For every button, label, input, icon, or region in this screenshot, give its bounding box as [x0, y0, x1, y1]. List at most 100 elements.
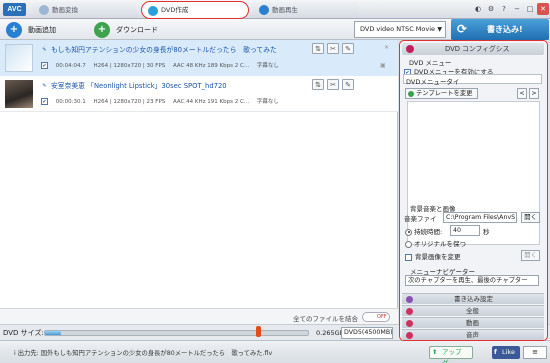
- minimize-button[interactable]: −: [511, 3, 523, 15]
- status-bar: i 出力先: 国外もしも知円アテンションの少女の身長が80メートルだったら 歌っ…: [0, 340, 550, 363]
- video-codec: H264 | 1280x720 | 30 FPS: [93, 63, 166, 69]
- open-music-button[interactable]: 開く: [521, 212, 540, 223]
- section-audio[interactable]: 音声: [402, 329, 544, 340]
- video-codec: H264 | 1280x720 | 23 FPS: [93, 99, 166, 105]
- menu-title-field[interactable]: DVDメニュータイ: [403, 74, 542, 86]
- expand-icon: [406, 296, 413, 303]
- dvd-format-value: DVD video NTSC Movie: [360, 25, 436, 33]
- section-burn-settings[interactable]: 書き込み設定: [402, 293, 544, 304]
- merge-row: 全てのファイルを結合 OFF: [0, 308, 398, 324]
- burn-button[interactable]: ⟳ 書き込み!: [451, 19, 549, 40]
- next-template-button[interactable]: >: [529, 88, 539, 99]
- duration: 00:04:04.7: [55, 63, 86, 69]
- more-menu-button[interactable]: ≡: [523, 346, 547, 359]
- edit-icon: ✎: [42, 82, 47, 89]
- file-info: ✔ 00:04:04.7 H264 | 1280x720 | 30 FPS AA…: [41, 61, 285, 69]
- list-item[interactable]: ✎ 安室奈美恵 「Neonlight Lipstick」30sec SPOT_hd…: [0, 76, 398, 112]
- add-video-button[interactable]: + 動画追加: [4, 22, 74, 38]
- menu-preview: [407, 101, 540, 245]
- tab-label: DVD作成: [161, 6, 189, 14]
- file-checkbox[interactable]: ✔: [41, 62, 48, 69]
- file-title[interactable]: ✎ もしも知円アテンションの少女の身長が80メートルだったら 歌ってみた: [41, 44, 276, 54]
- play-icon: [259, 5, 269, 15]
- close-icon[interactable]: ✕: [384, 44, 389, 51]
- video-thumbnail: [5, 80, 33, 108]
- facebook-icon: f: [494, 348, 497, 356]
- edit-icon: ✎: [42, 46, 47, 53]
- bg-music-path-field[interactable]: C:\Program Files\AnvS: [443, 212, 517, 223]
- convert-icon[interactable]: ⇅: [312, 79, 324, 90]
- download-icon: +: [94, 22, 110, 38]
- expand-icon: [406, 308, 413, 315]
- expand-icon: [406, 332, 413, 339]
- menu-navigator-select[interactable]: 次のチャプターを再生、最後のチャプター: [405, 275, 539, 286]
- expand-icon: [406, 320, 413, 327]
- tab-dvd-create[interactable]: DVD作成: [141, 1, 249, 19]
- disc-type-select[interactable]: DVD5(4500MB) ▼: [341, 327, 393, 346]
- upgrade-button[interactable]: ⬆ アップグ...: [429, 346, 473, 363]
- help-icon[interactable]: ?: [498, 3, 510, 15]
- facebook-like-button[interactable]: f Like: [492, 346, 520, 359]
- tab-label: 動画変換: [52, 6, 78, 14]
- duration-option[interactable]: 持続時間:: [405, 226, 442, 236]
- keep-original-radio[interactable]: [405, 240, 412, 248]
- keep-original-option[interactable]: オリジナルを保つ: [405, 238, 466, 248]
- change-bg-image-option[interactable]: 背景画像を変更: [405, 251, 461, 261]
- tab-label: 動画再生: [272, 6, 298, 14]
- section-video[interactable]: 動画: [402, 317, 544, 328]
- file-title[interactable]: ✎ 安室奈美恵 「Neonlight Lipstick」30sec SPOT_hd…: [41, 80, 226, 90]
- app-logo: AVC: [3, 3, 26, 16]
- dvd-size-bar: [44, 330, 309, 336]
- audio-info: AAC 48 KHz 189 Kbps 2 C...: [173, 63, 250, 69]
- dvd-size-fill: [45, 331, 61, 335]
- effect-icon[interactable]: ✎: [342, 79, 354, 90]
- bg-music-label: 音楽ファイ: [404, 215, 437, 223]
- file-info: ✔ 00:00:30.1 H264 | 1280x720 | 23 FPS AA…: [41, 97, 285, 105]
- tab-video-play[interactable]: 動画再生: [253, 2, 359, 18]
- merge-label: 全てのファイルを結合: [293, 315, 358, 323]
- change-template-button[interactable]: テンプレートを変更: [405, 88, 478, 99]
- title-bar: AVC 動画変換 DVD作成 動画再生 ◐ ⚙ ? − □ ✕: [0, 0, 550, 19]
- duration-radio[interactable]: [405, 228, 412, 236]
- effect-icon[interactable]: ✎: [342, 43, 354, 54]
- dvd-icon: [148, 6, 158, 16]
- maximize-button[interactable]: □: [524, 3, 536, 15]
- duration-unit: 秒: [483, 228, 490, 236]
- video-thumbnail: [5, 44, 33, 72]
- file-list: ✎ もしも知円アテンションの少女の身長が80メートルだったら 歌ってみた ✔ 00…: [0, 40, 398, 308]
- panel-header[interactable]: DVD コンフィグシス: [402, 43, 544, 55]
- skin-icon[interactable]: ◐: [472, 3, 484, 15]
- status-text: i 出力先: 国外もしも知円アテンションの少女の身長が80メートルだったら 歌っ…: [14, 350, 273, 357]
- subtitle-info: 字幕なし: [256, 99, 279, 105]
- close-button[interactable]: ✕: [537, 3, 549, 15]
- cut-icon[interactable]: ✂: [327, 79, 339, 90]
- previous-template-button[interactable]: <: [517, 88, 527, 99]
- info-icon[interactable]: ▣: [380, 62, 386, 69]
- duration-field[interactable]: 40: [450, 225, 480, 236]
- cut-icon[interactable]: ✂: [327, 43, 339, 54]
- download-button[interactable]: + ダウンロード: [92, 22, 170, 38]
- template-icon: [408, 90, 414, 97]
- file-checkbox[interactable]: ✔: [41, 98, 48, 105]
- download-label: ダウンロード: [116, 26, 158, 34]
- collapse-icon: [406, 45, 414, 53]
- settings-icon[interactable]: ⚙: [485, 3, 497, 15]
- add-video-label: 動画追加: [28, 26, 56, 34]
- dvd-config-panel: DVD コンフィグシス DVD メニュー ✔ DVDメニューを有効にする DVDメ…: [399, 40, 548, 341]
- size-limit-marker: [256, 326, 261, 337]
- list-item[interactable]: ✎ もしも知円アテンションの少女の身長が80メートルだったら 歌ってみた ✔ 00…: [0, 40, 398, 76]
- tab-video-convert[interactable]: 動画変換: [33, 2, 137, 18]
- convert-icon: [39, 5, 49, 15]
- chevron-down-icon: ▼: [437, 26, 442, 33]
- merge-toggle[interactable]: OFF: [362, 312, 390, 322]
- open-image-button[interactable]: 開く: [521, 250, 540, 261]
- convert-icon[interactable]: ⇅: [312, 43, 324, 54]
- refresh-icon: ⟳: [457, 22, 468, 36]
- change-bg-image-checkbox[interactable]: [405, 253, 412, 261]
- dvd-format-select[interactable]: DVD video NTSC Movie ▼: [354, 21, 446, 38]
- burn-label: 書き込み!: [487, 25, 523, 34]
- subtitle-info: 字幕なし: [256, 63, 279, 69]
- disc-type-value: DVD5(4500MB): [344, 329, 393, 336]
- section-general[interactable]: 全般: [402, 305, 544, 316]
- dvd-size-label: DVD サイズ:: [3, 329, 44, 337]
